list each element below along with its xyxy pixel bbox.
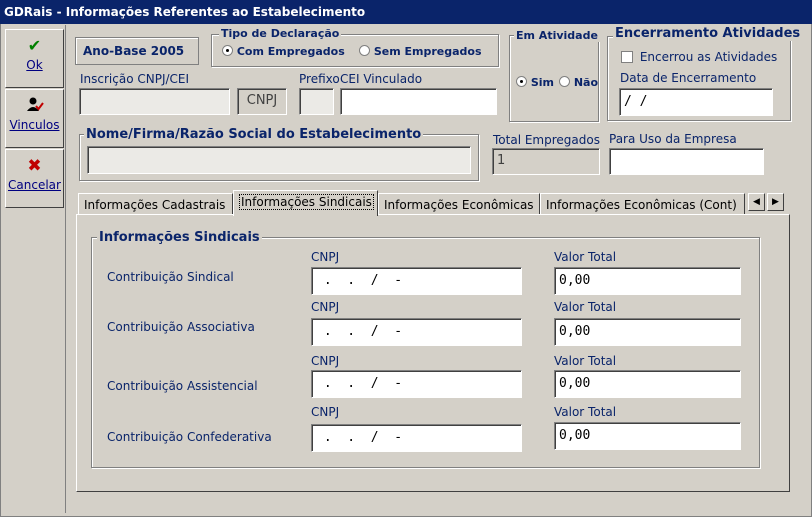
contribuicao-associativa-label: Contribuição Associativa [107, 320, 255, 334]
data-encerramento-label: Data de Encerramento [620, 71, 757, 85]
em-atividade-title: Em Atividade [514, 29, 600, 42]
valor-total-label: Valor Total [554, 300, 617, 314]
cnpj-label: CNPJ [311, 300, 340, 314]
contribuicao-confederativa-valor-field[interactable]: 0,00 [554, 422, 741, 450]
total-empregados-field: 1 [492, 148, 600, 175]
encerramento-title: Encerramento Atividades [613, 26, 803, 41]
person-check-icon [6, 96, 63, 118]
tab-scroll-left-button[interactable]: ◀ [748, 193, 765, 211]
tab-informacoes-sindicais[interactable]: Informações Sindicais [233, 190, 378, 216]
tab-label: Informações Sindicais [239, 194, 374, 210]
radio-sim[interactable]: Sim [516, 76, 554, 89]
contribuicao-sindical-label: Contribuição Sindical [107, 270, 234, 284]
contribuicao-confederativa-cnpj-field[interactable]: . . / - [311, 424, 522, 452]
uso-empresa-label: Para Uso da Empresa [609, 132, 737, 146]
ok-label: Ok [26, 58, 43, 72]
ano-base-box: Ano-Base 2005 [75, 37, 199, 65]
uso-empresa-field[interactable] [609, 148, 764, 175]
cnpj-label: CNPJ [311, 250, 340, 264]
radio-sem-empregados[interactable]: Sem Empregados [359, 45, 482, 58]
sindicais-title: Informações Sindicais [97, 230, 262, 245]
tab-informacoes-economicas-cont[interactable]: Informações Econômicas (Cont) [540, 193, 745, 215]
tab-scroll-right-button[interactable]: ▶ [767, 193, 784, 211]
nome-field[interactable] [87, 146, 471, 174]
cancelar-button[interactable]: ✖ Cancelar [5, 149, 64, 208]
inscricao-type-field: CNPJ [237, 88, 287, 115]
contribuicao-assistencial-valor-field[interactable]: 0,00 [554, 370, 741, 398]
tab-label: Informações Econômicas (Cont) [546, 198, 737, 212]
valor-total-label: Valor Total [554, 405, 617, 419]
data-encerramento-field[interactable]: / / [619, 88, 773, 116]
tab-informacoes-economicas[interactable]: Informações Econômicas [378, 193, 540, 215]
radio-on-icon [516, 76, 527, 87]
tab-label: Informações Econômicas [384, 198, 534, 212]
tipo-declaracao-title: Tipo de Declaração [219, 27, 342, 40]
encerrou-checkbox[interactable]: Encerrou as Atividades [621, 50, 777, 64]
valor-total-label: Valor Total [554, 250, 617, 264]
cnpj-label: CNPJ [311, 354, 340, 368]
radio-off-icon [559, 76, 570, 87]
radio-nao-label: Não [573, 76, 599, 89]
contribuicao-assistencial-cnpj-field[interactable]: . . / - [311, 370, 522, 398]
nome-title: Nome/Firma/Razão Social do Estabelecimen… [84, 127, 424, 142]
contribuicao-associativa-cnpj-field[interactable]: . . / - [311, 318, 522, 346]
contribuicao-assistencial-label: Contribuição Assistencial [107, 379, 258, 393]
total-empregados-label: Total Empregados [493, 133, 600, 147]
contribuicao-associativa-valor-field[interactable]: 0,00 [554, 318, 741, 346]
inscricao-label: Inscrição CNPJ/CEI [80, 72, 190, 86]
radio-nao[interactable]: Não [559, 76, 598, 89]
contribuicao-sindical-cnpj-field[interactable]: . . / - [311, 267, 522, 295]
arrow-left-icon: ◀ [753, 197, 760, 207]
prefixo-label: Prefixo [299, 72, 340, 86]
contribuicao-sindical-valor-field[interactable]: 0,00 [554, 267, 741, 295]
arrow-right-icon: ▶ [772, 197, 779, 207]
tab-informacoes-cadastrais[interactable]: Informações Cadastrais [78, 193, 233, 215]
cei-label: CEI Vinculado [340, 72, 423, 86]
checkbox-icon [621, 51, 633, 63]
radio-sim-label: Sim [530, 76, 554, 89]
radio-off-icon [359, 45, 370, 56]
tab-label: Informações Cadastrais [84, 198, 226, 212]
cnpj-label: CNPJ [311, 405, 340, 419]
contribuicao-confederativa-label: Contribuição Confederativa [107, 430, 272, 444]
cancelar-label: Cancelar [8, 178, 61, 192]
radio-sem-label: Sem Empregados [373, 45, 482, 58]
ano-base-label: Ano-Base 2005 [83, 44, 185, 58]
radio-on-icon [222, 45, 233, 56]
radio-com-label: Com Empregados [236, 45, 345, 58]
cei-field[interactable] [340, 88, 497, 115]
radio-com-empregados[interactable]: Com Empregados [222, 45, 345, 58]
valor-total-label: Valor Total [554, 354, 617, 368]
window-title: GDRais - Informações Referentes ao Estab… [0, 0, 812, 24]
vinculos-label: Vinculos [9, 118, 60, 132]
x-icon: ✖ [27, 156, 42, 176]
encerrou-label: Encerrou as Atividades [639, 50, 778, 64]
vinculos-button[interactable]: Vinculos [5, 89, 64, 148]
check-icon: ✔ [27, 36, 42, 55]
inscricao-field[interactable] [79, 88, 230, 115]
ok-button[interactable]: ✔ Ok [5, 29, 64, 88]
prefixo-field[interactable] [299, 88, 334, 115]
